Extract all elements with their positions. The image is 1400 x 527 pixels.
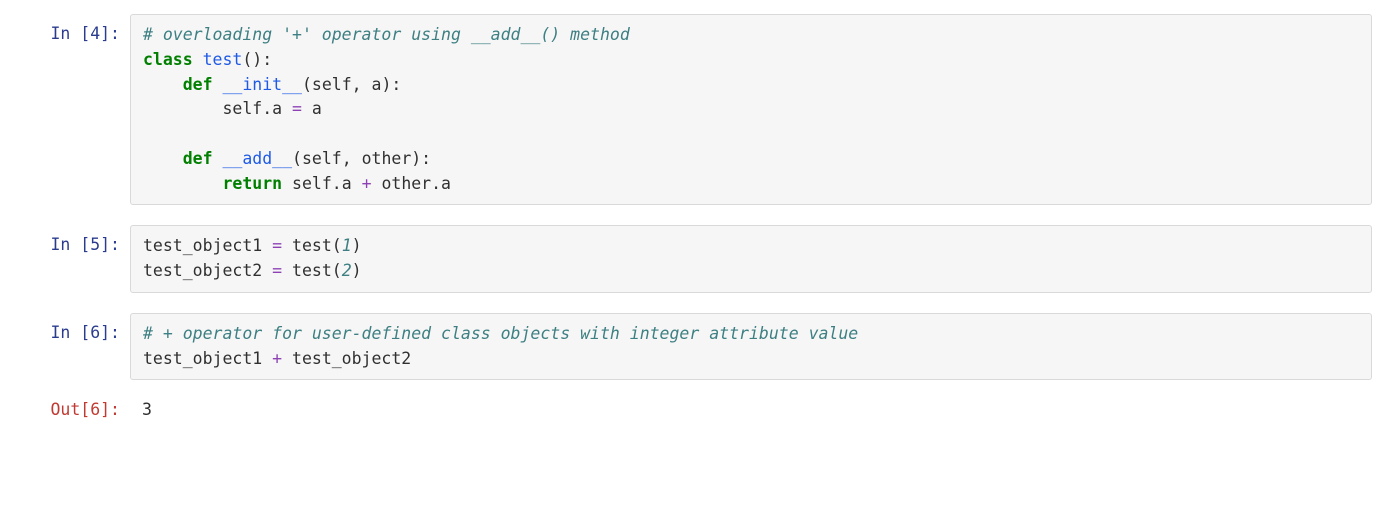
- output-text: 3: [142, 400, 152, 419]
- input-prompt: In [6]:: [0, 313, 130, 346]
- output-area: 3: [130, 390, 1372, 431]
- code-input-area[interactable]: # overloading '+' operator using __add__…: [130, 14, 1372, 205]
- code-input-area[interactable]: # + operator for user-defined class obje…: [130, 313, 1372, 381]
- code-cell: In [4]: # overloading '+' operator using…: [0, 14, 1372, 205]
- output-cell: Out[6]: 3: [0, 390, 1372, 431]
- code-cell: In [5]: test_object1 = test(1) test_obje…: [0, 225, 1372, 293]
- code-content: # overloading '+' operator using __add__…: [143, 23, 1359, 196]
- code-content: # + operator for user-defined class obje…: [143, 322, 1359, 372]
- output-prompt: Out[6]:: [0, 390, 130, 423]
- code-input-area[interactable]: test_object1 = test(1) test_object2 = te…: [130, 225, 1372, 293]
- code-cell: In [6]: # + operator for user-defined cl…: [0, 313, 1372, 381]
- input-prompt: In [4]:: [0, 14, 130, 47]
- code-content: test_object1 = test(1) test_object2 = te…: [143, 234, 1359, 284]
- input-prompt: In [5]:: [0, 225, 130, 258]
